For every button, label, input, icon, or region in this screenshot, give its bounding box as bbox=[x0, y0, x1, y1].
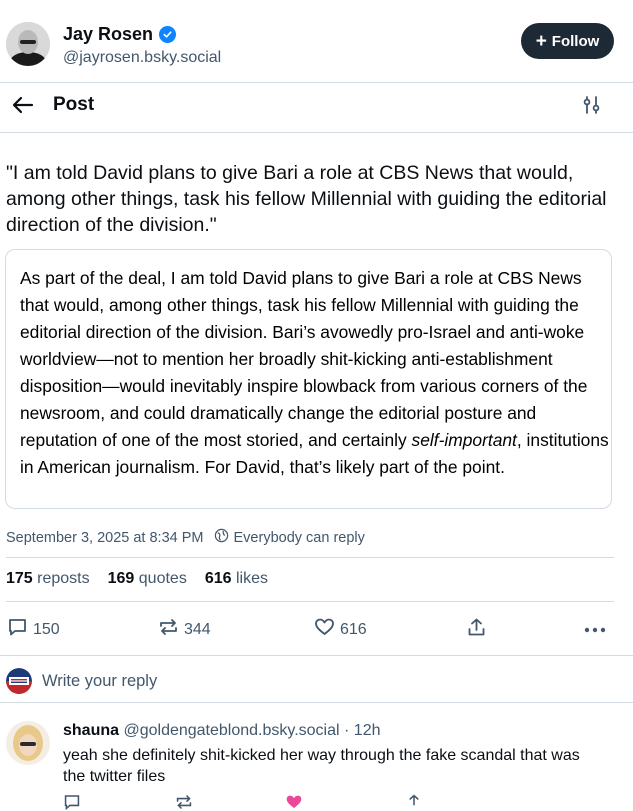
reply-author-name[interactable]: shauna bbox=[63, 722, 119, 739]
meta-divider bbox=[6, 557, 614, 558]
share-icon bbox=[466, 617, 487, 642]
follow-button-label: Follow bbox=[551, 32, 600, 50]
reply-setting[interactable]: Everybody can reply bbox=[214, 528, 365, 547]
reply-separator: · bbox=[344, 722, 350, 739]
quotes-stat[interactable]: 169 quotes bbox=[108, 570, 187, 588]
more-horizontal-icon bbox=[584, 621, 606, 639]
header-divider bbox=[0, 82, 633, 83]
engagement-stats: 175 reposts 169 quotes 616 likes bbox=[6, 570, 268, 588]
reply-button[interactable]: 150 bbox=[7, 617, 60, 642]
reply-text: yeah she definitely shit-kicked her way … bbox=[63, 747, 580, 785]
reply-compose[interactable]: Write your reply bbox=[6, 668, 157, 694]
reply-heart-icon[interactable] bbox=[285, 793, 303, 811]
author-name[interactable]: Jay Rosen bbox=[63, 24, 177, 45]
reply-share-icon[interactable] bbox=[405, 793, 423, 811]
current-user-avatar bbox=[6, 668, 32, 694]
reposts-label: reposts bbox=[37, 570, 90, 587]
more-options-button[interactable] bbox=[584, 621, 606, 639]
quotes-label: quotes bbox=[138, 570, 187, 587]
reply-setting-label: Everybody can reply bbox=[233, 529, 365, 546]
reply-repost-icon[interactable] bbox=[175, 793, 193, 811]
follow-button[interactable]: + Follow bbox=[521, 23, 614, 59]
author-name-text[interactable]: Jay Rosen bbox=[63, 24, 153, 45]
reply-author-handle[interactable]: @goldengateblond.bsky.social bbox=[123, 722, 339, 739]
reply-time[interactable]: 12h bbox=[354, 722, 381, 739]
quote-text: As part of the deal, I am told David pla… bbox=[20, 265, 610, 481]
reply-header: shauna @goldengateblond.bsky.social · 12… bbox=[63, 722, 381, 740]
plus-icon: + bbox=[535, 30, 547, 52]
post-meta: September 3, 2025 at 8:34 PM Everybody c… bbox=[6, 528, 365, 547]
likes-stat[interactable]: 616 likes bbox=[205, 570, 268, 588]
post-timestamp[interactable]: September 3, 2025 at 8:34 PM bbox=[6, 530, 204, 546]
reposts-count: 175 bbox=[6, 570, 33, 587]
reply-comment-icon[interactable] bbox=[63, 793, 81, 811]
repost-count: 344 bbox=[184, 620, 211, 638]
quote-text-italic: self-important bbox=[411, 430, 517, 450]
actions-divider bbox=[0, 655, 633, 656]
quote-text-start: As part of the deal, I am told David pla… bbox=[20, 268, 588, 450]
repost-icon bbox=[158, 617, 179, 642]
author-avatar[interactable] bbox=[6, 22, 50, 66]
like-count: 616 bbox=[340, 620, 367, 638]
stats-divider bbox=[6, 601, 614, 602]
comment-icon bbox=[7, 617, 28, 642]
verified-check-icon bbox=[159, 26, 177, 43]
reply-author-avatar[interactable] bbox=[6, 721, 50, 765]
back-arrow-icon[interactable] bbox=[10, 92, 36, 118]
sliders-icon[interactable] bbox=[581, 94, 603, 116]
likes-count: 616 bbox=[204, 570, 232, 587]
topbar-divider bbox=[0, 132, 633, 133]
globe-icon bbox=[214, 528, 229, 547]
compose-divider bbox=[0, 702, 633, 703]
quotes-count: 169 bbox=[107, 570, 135, 587]
heart-icon bbox=[314, 617, 335, 642]
share-button[interactable] bbox=[466, 617, 487, 642]
reply-count: 150 bbox=[33, 620, 60, 638]
reply-placeholder: Write your reply bbox=[42, 671, 158, 690]
post-text: "I am told David plans to give Bari a ro… bbox=[6, 162, 607, 236]
page-title: Post bbox=[53, 94, 95, 115]
likes-label: likes bbox=[235, 570, 268, 587]
like-button[interactable]: 616 bbox=[314, 617, 367, 642]
author-handle[interactable]: @jayrosen.bsky.social bbox=[63, 49, 221, 67]
repost-button[interactable]: 344 bbox=[158, 617, 211, 642]
reposts-stat[interactable]: 175 reposts bbox=[6, 570, 90, 588]
